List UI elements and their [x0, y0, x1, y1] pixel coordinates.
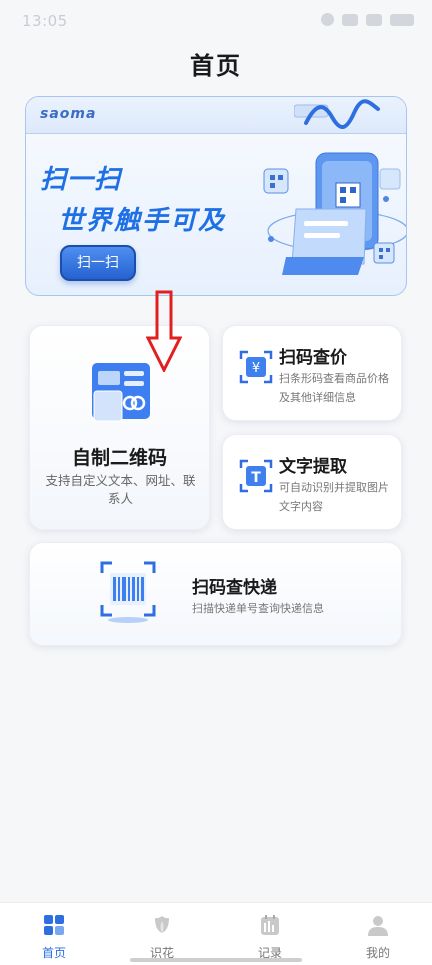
battery-icon [390, 13, 414, 26]
qr-generator-icon [92, 363, 150, 422]
alarm-icon [321, 13, 334, 26]
flower-icon [155, 916, 169, 933]
price-scan-title: 扫码查价 [279, 348, 347, 368]
tab-flower[interactable]: 识花 [108, 903, 216, 965]
user-profile-icon [368, 916, 388, 936]
signal-icon [342, 13, 358, 26]
tab-home[interactable]: 首页 [0, 903, 108, 965]
scan-button[interactable]: 扫一扫 [60, 245, 136, 281]
bottom-tab-bar: 首页 识花 记录 我的 [0, 902, 432, 965]
text-recognition-icon: T [239, 459, 273, 493]
text-extract-title: 文字提取 [279, 457, 347, 477]
red-down-arrow-icon [146, 290, 182, 372]
price-scan-description: 扫条形码查看商品价格及其他详细信息 [279, 372, 389, 404]
banner-topbar: saoma [26, 97, 406, 134]
express-scan-card[interactable]: 扫码查快递 扫描快递单号查询快递信息 [29, 542, 402, 646]
phone-scan-illustration [263, 152, 406, 275]
scan-banner[interactable]: saoma 扫一扫 世界触手可及 扫一扫 [25, 96, 407, 296]
wave-decoration-icon [294, 99, 380, 129]
home-indicator [130, 958, 302, 962]
status-time: 13:05 [22, 12, 68, 30]
tab-profile-label: 我的 [365, 946, 390, 960]
svg-text:¥: ¥ [252, 361, 260, 376]
qr-generator-description: 支持自定义文本、网址、联系人 [45, 473, 196, 506]
express-scan-title: 扫码查快递 [192, 578, 277, 598]
express-scan-description: 扫描快递单号查询快递信息 [192, 602, 324, 615]
price-scan-card[interactable]: ¥ 扫码查价 扫条形码查看商品价格及其他详细信息 [222, 325, 402, 421]
status-bar: 13:05 [0, 0, 432, 44]
svg-text:T: T [251, 470, 261, 486]
tab-home-label: 首页 [41, 946, 66, 960]
page-title: 首页 [190, 52, 242, 80]
tab-profile[interactable]: 我的 [324, 903, 432, 965]
text-extract-description: 可自动识别并提取图片文字内容 [279, 481, 389, 513]
banner-title-line1: 扫一扫 [40, 165, 122, 195]
price-tag-scan-icon: ¥ [239, 350, 273, 384]
brand-logo: saoma [40, 106, 97, 122]
wifi-icon [366, 13, 382, 26]
banner-title-line2: 世界触手可及 [58, 206, 227, 236]
text-extract-card[interactable]: T 文字提取 可自动识别并提取图片文字内容 [222, 434, 402, 530]
status-icons [321, 13, 414, 26]
barcode-scan-icon [100, 561, 156, 623]
home-grid-icon [44, 915, 64, 935]
history-record-icon [261, 915, 279, 935]
qr-generator-card[interactable]: 自制二维码 支持自定义文本、网址、联系人 [29, 325, 210, 530]
tab-history[interactable]: 记录 [216, 903, 324, 965]
qr-generator-title: 自制二维码 [71, 447, 167, 469]
